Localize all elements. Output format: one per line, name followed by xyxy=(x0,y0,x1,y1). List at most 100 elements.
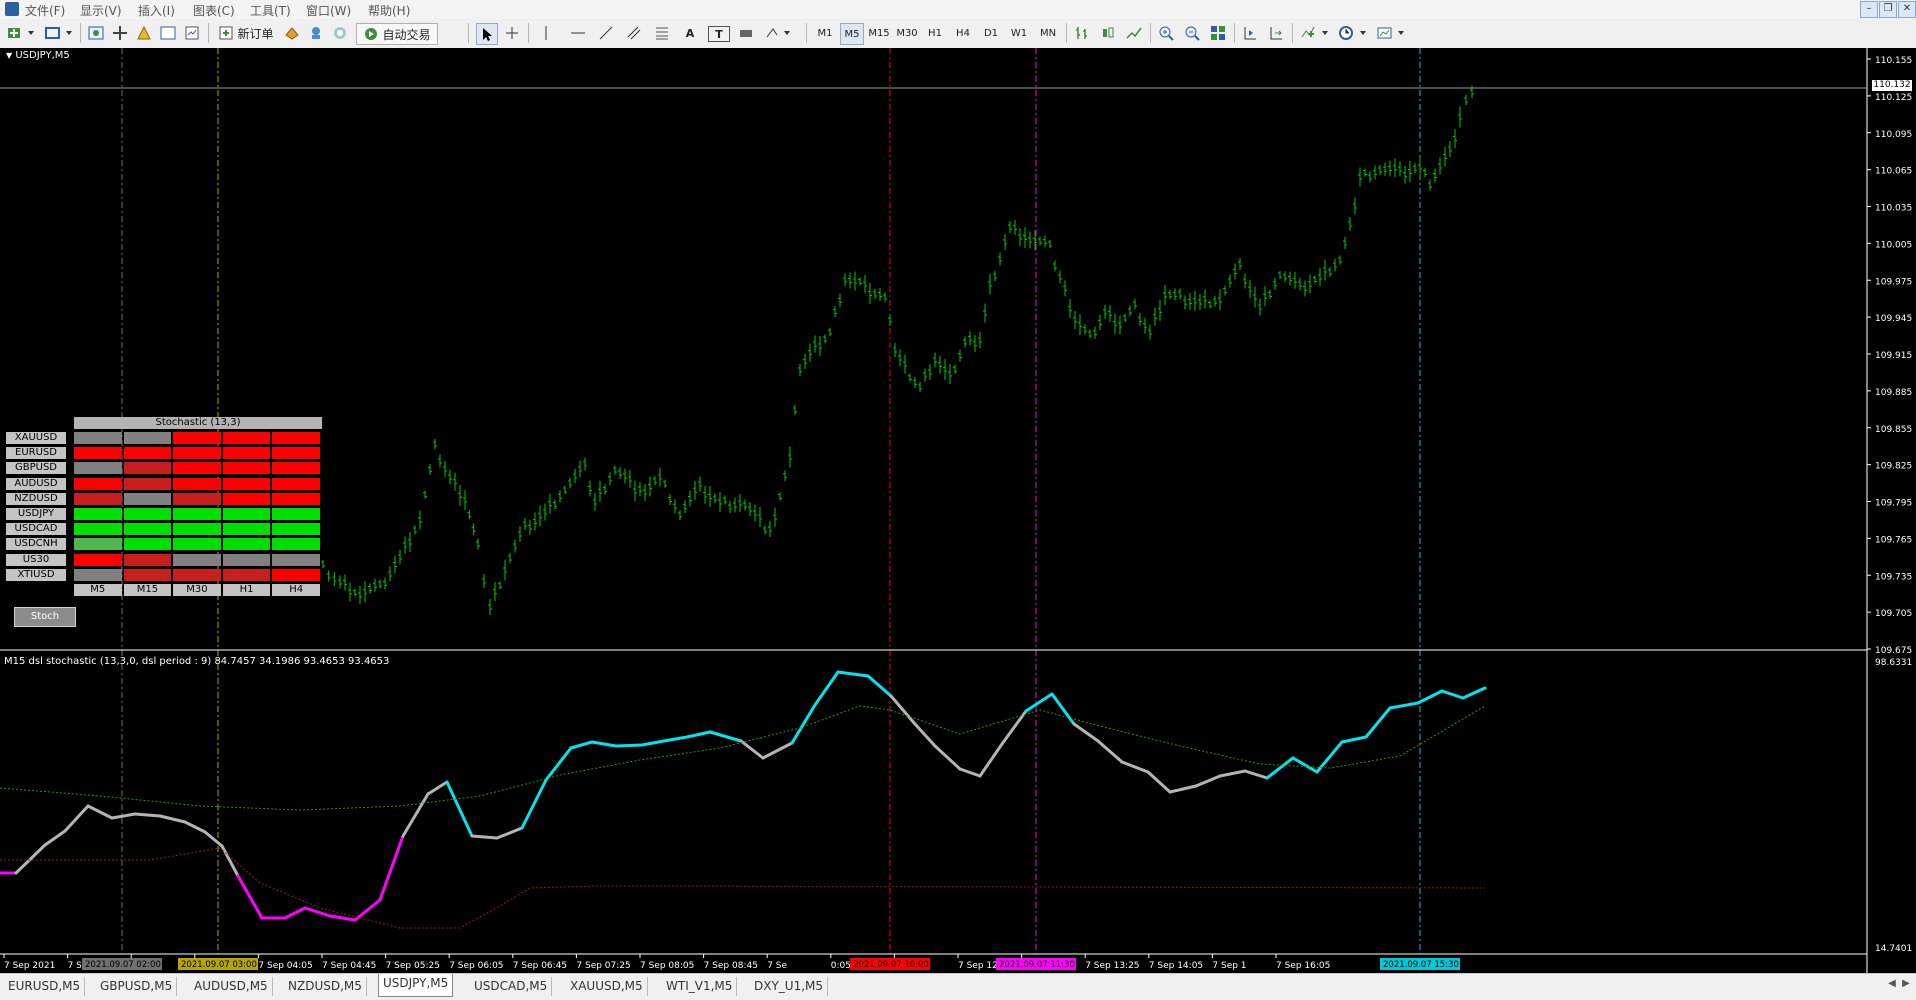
chart-menu-icon[interactable]: ▼ xyxy=(6,51,12,60)
price-bar xyxy=(1223,285,1227,296)
price-bar xyxy=(1333,258,1337,272)
menu-tools[interactable]: 工具(T) xyxy=(250,2,291,19)
price-bar xyxy=(883,292,887,302)
price-bar xyxy=(368,583,372,594)
tf-m1-button[interactable]: M1 xyxy=(814,23,836,43)
time-axis-label: 7 Sep 06:45 xyxy=(513,961,567,971)
time-axis-label: 7 Sep 06:05 xyxy=(449,961,503,971)
price-bar xyxy=(1443,146,1447,167)
tab-gbpusd[interactable]: GBPUSD,M5 xyxy=(96,977,178,996)
bar-chart-icon[interactable] xyxy=(1072,23,1092,43)
tab-dxy[interactable]: DXY_U1,M5 xyxy=(750,977,829,996)
tab-scroll-left-icon[interactable]: ◀ xyxy=(1886,978,1898,994)
tf-w1-button[interactable]: W1 xyxy=(1008,23,1030,43)
metaeditor-icon[interactable] xyxy=(282,23,302,43)
text-icon[interactable]: A xyxy=(680,23,700,43)
profiles-icon[interactable] xyxy=(42,23,76,43)
price-bar xyxy=(728,501,732,513)
tf-m30-button[interactable]: M30 xyxy=(894,23,920,43)
dashboard-column-label: M5 xyxy=(74,584,122,596)
menu-charts[interactable]: 图表(C) xyxy=(193,2,235,19)
price-bar xyxy=(868,283,872,304)
candlestick-icon[interactable] xyxy=(1098,23,1118,43)
dashboard-cell xyxy=(173,523,221,536)
menu-insert[interactable]: 插入(I) xyxy=(138,2,175,19)
new-order-button[interactable]: 新订单 xyxy=(214,23,278,43)
price-axis-label: 110.005 xyxy=(1875,240,1912,250)
dashboard-cell xyxy=(74,523,122,536)
tf-m5-button[interactable]: M5 xyxy=(840,23,864,45)
stoch-main-line-segment xyxy=(1340,735,1368,744)
line-chart-icon[interactable] xyxy=(1124,23,1144,43)
vertical-line-icon[interactable] xyxy=(536,23,556,43)
stoch-main-line-segment xyxy=(813,670,840,707)
periods-dropdown-icon[interactable] xyxy=(1336,23,1370,43)
price-bar xyxy=(673,499,677,514)
price-bar xyxy=(348,582,352,602)
tf-mn-button[interactable]: MN xyxy=(1036,23,1060,43)
auto-trading-button[interactable]: 自动交易 xyxy=(356,23,438,45)
price-bar xyxy=(608,472,612,486)
navigator-icon[interactable] xyxy=(134,23,154,43)
trendline-icon[interactable] xyxy=(596,23,616,43)
signals-icon[interactable] xyxy=(306,23,326,43)
tester-icon[interactable] xyxy=(182,23,202,43)
chart-window[interactable]: 110.155 110.125 110.095 110.065 110.035 110.0… xyxy=(0,48,1916,973)
menu-help[interactable]: 帮助(H) xyxy=(368,2,410,19)
minimize-icon[interactable]: – xyxy=(1860,1,1878,18)
tab-scroll-right-icon[interactable]: ▶ xyxy=(1900,978,1912,994)
tf-h4-button[interactable]: H4 xyxy=(952,23,974,43)
horizontal-line-icon[interactable] xyxy=(568,23,588,43)
tab-eurusd[interactable]: EURUSD,M5 xyxy=(4,977,86,996)
terminal-icon[interactable] xyxy=(158,23,178,43)
tab-usdjpy[interactable]: USDJPY,M5 xyxy=(378,974,454,997)
price-axis-label: 110.155 xyxy=(1875,56,1912,66)
menu-view[interactable]: 显示(V) xyxy=(80,2,122,19)
crosshair-icon[interactable] xyxy=(502,23,522,43)
arrow-icon[interactable] xyxy=(736,23,756,43)
stoch-button[interactable]: Stoch xyxy=(14,607,76,627)
zoom-in-icon[interactable] xyxy=(1156,23,1176,43)
indicators-dropdown-icon[interactable] xyxy=(1298,23,1332,43)
restore-icon[interactable]: ❐ xyxy=(1879,1,1897,18)
tab-wti[interactable]: WTI_V1,M5 xyxy=(662,977,738,996)
tab-audusd[interactable]: AUDUSD,M5 xyxy=(190,977,273,996)
autoscroll-icon[interactable] xyxy=(1266,23,1286,43)
price-bar xyxy=(408,532,412,552)
price-bar xyxy=(963,336,967,348)
text-label-icon[interactable]: T xyxy=(708,26,730,42)
close-icon[interactable]: ✕ xyxy=(1898,1,1916,18)
chart-title: ▼ USDJPY,M5 xyxy=(6,50,70,61)
fibonacci-icon[interactable] xyxy=(652,23,672,43)
market-icon[interactable] xyxy=(330,23,350,43)
market-watch-icon[interactable] xyxy=(86,23,106,43)
stoch-main-line-segment xyxy=(1050,692,1076,726)
data-window-icon[interactable] xyxy=(110,23,130,43)
price-bar xyxy=(1118,315,1122,335)
new-chart-icon[interactable] xyxy=(4,23,38,43)
dashboard-row-label: USDJPY xyxy=(6,508,66,520)
tf-m15-button[interactable]: M15 xyxy=(866,23,892,43)
chart-symbol-label: USDJPY,M5 xyxy=(15,50,70,61)
shapes-dropdown-icon[interactable] xyxy=(764,23,794,43)
channel-icon[interactable] xyxy=(624,23,644,43)
price-bar xyxy=(1433,168,1437,183)
templates-dropdown-icon[interactable] xyxy=(1374,23,1408,43)
stoch-main-line-segment xyxy=(1000,709,1028,746)
dashboard-row-label: GBPUSD xyxy=(6,462,66,475)
menu-file[interactable]: 文件(F) xyxy=(25,2,65,19)
price-bar xyxy=(858,277,862,286)
tf-h1-button[interactable]: H1 xyxy=(924,23,946,43)
tf-d1-button[interactable]: D1 xyxy=(980,23,1002,43)
tile-windows-icon[interactable] xyxy=(1208,23,1228,43)
cursor-icon[interactable] xyxy=(476,23,498,45)
tab-usdcad[interactable]: USDCAD,M5 xyxy=(470,977,553,996)
tab-xauusd[interactable]: XAUUSD,M5 xyxy=(566,977,648,996)
chart-shift-icon[interactable] xyxy=(1240,23,1260,43)
price-bar xyxy=(358,586,362,604)
price-bar xyxy=(763,525,767,535)
tab-nzdusd[interactable]: NZDUSD,M5 xyxy=(284,977,367,996)
price-bar xyxy=(423,490,427,499)
menu-window[interactable]: 窗口(W) xyxy=(306,2,351,19)
zoom-out-icon[interactable] xyxy=(1182,23,1202,43)
